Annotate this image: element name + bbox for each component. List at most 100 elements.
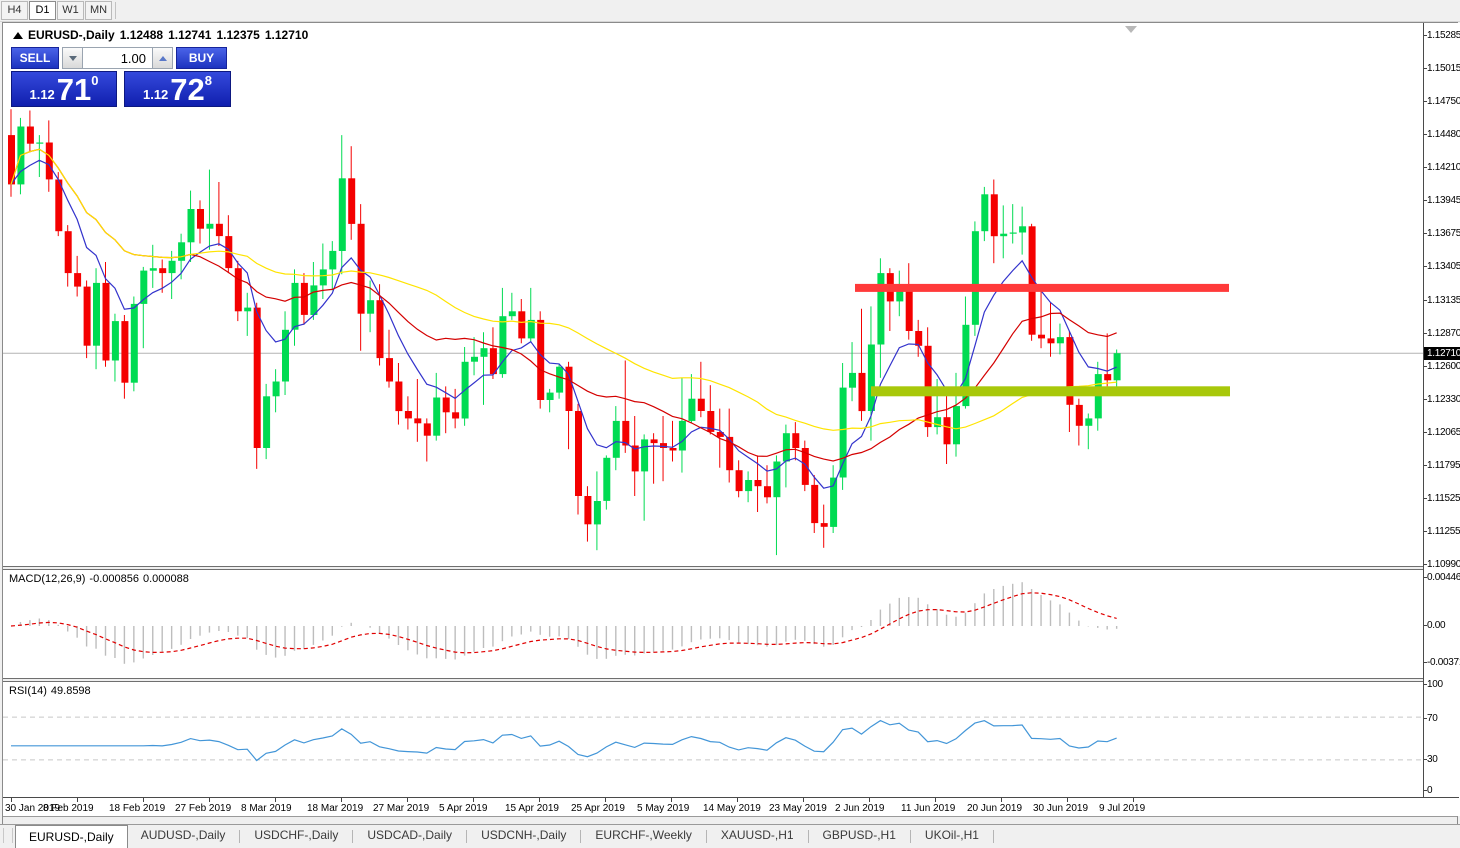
chart-tabbar: EURUSD-,DailyAUDUSD-,DailyUSDCHF-,DailyU… — [0, 824, 1460, 848]
price-tick-label: 1.13675 — [1427, 228, 1460, 239]
date-label: 18 Feb 2019 — [109, 803, 165, 814]
sell-button[interactable]: SELL — [11, 47, 59, 69]
date-tick — [473, 798, 474, 802]
main-chart-pane[interactable]: EURUSD-,Daily 1.12488 1.12741 1.12375 1.1271… — [3, 23, 1423, 566]
chart-window: EURUSD-,Daily 1.12488 1.12741 1.12375 1.1271… — [2, 22, 1458, 824]
rsi-value: 49.8598 — [51, 685, 91, 697]
date-tick — [869, 798, 870, 802]
tab-separator — [239, 830, 240, 843]
price-axis[interactable]: 1.152851.150151.147501.144801.142101.139… — [1423, 23, 1460, 816]
date-label: 25 Apr 2019 — [571, 803, 625, 814]
date-tick — [77, 798, 78, 802]
tabbar-gutter — [3, 828, 13, 843]
timeframe-button-w1[interactable]: W1 — [57, 1, 84, 20]
date-label: 15 Apr 2019 — [505, 803, 559, 814]
buy-price-prefix: 1.12 — [143, 87, 168, 102]
rsi-tick-label: 30 — [1427, 754, 1438, 765]
chart-tab-usdchf[interactable]: USDCHF-,Daily — [241, 825, 351, 846]
date-label: 9 Jul 2019 — [1099, 803, 1145, 814]
buy-price-big: 72 — [170, 75, 204, 104]
timeframe-button-mn[interactable]: MN — [85, 1, 112, 20]
date-tick — [671, 798, 672, 802]
ohlc-close: 1.12710 — [265, 28, 308, 42]
rsi-label: RSI(14)49.8598 — [9, 685, 95, 697]
volume-increase-button[interactable] — [152, 47, 173, 69]
one-click-trading-panel: SELL BUY 1.12710 1.12728 — [11, 47, 231, 107]
date-label: 18 Mar 2019 — [307, 803, 363, 814]
chart-tab-usdcad[interactable]: USDCAD-,Daily — [354, 825, 465, 846]
price-tick-label: 1.11255 — [1427, 526, 1460, 537]
date-label: 27 Feb 2019 — [175, 803, 231, 814]
date-label: 30 Jun 2019 — [1033, 803, 1088, 814]
toolbar-divider — [115, 2, 116, 19]
price-tick-label: 1.14750 — [1427, 96, 1460, 107]
date-tick — [407, 798, 408, 802]
price-tick-label: 1.11525 — [1427, 493, 1460, 504]
buy-price-box[interactable]: 1.12728 — [124, 71, 231, 107]
date-tick — [935, 798, 936, 802]
timeframe-toolbar: H4D1W1MN — [0, 0, 1460, 22]
price-tick-label: 1.10990 — [1427, 559, 1460, 570]
chart-tab-gbpusd[interactable]: GBPUSD-,H1 — [810, 825, 909, 846]
date-tick — [11, 798, 12, 802]
timeframe-button-d1[interactable]: D1 — [29, 1, 56, 20]
rsi-tick-label: 70 — [1427, 713, 1438, 724]
current-price-label: 1.12710 — [1424, 347, 1460, 360]
price-tick-label: 1.12065 — [1427, 427, 1460, 438]
macd-pane[interactable]: MACD(12,26,9) -0.000856 0.000088 — [3, 570, 1423, 678]
date-tick — [341, 798, 342, 802]
date-label: 8 Mar 2019 — [241, 803, 292, 814]
date-label: 11 Jun 2019 — [901, 803, 955, 814]
date-tick — [209, 798, 210, 802]
macd-name: MACD(12,26,9) — [9, 573, 85, 585]
date-tick — [143, 798, 144, 802]
date-tick — [605, 798, 606, 802]
buy-price-sup: 8 — [205, 73, 212, 88]
collapse-icon[interactable] — [13, 32, 23, 39]
tab-separator — [706, 830, 707, 843]
tab-separator — [580, 830, 581, 843]
date-label: 8 Feb 2019 — [43, 803, 94, 814]
ohlc-low: 1.12375 — [216, 28, 259, 42]
macd-main-value: -0.000856 — [89, 573, 139, 585]
sell-price-prefix: 1.12 — [29, 87, 54, 102]
chart-shift-marker-icon[interactable] — [1125, 26, 1137, 33]
timeframe-button-h4[interactable]: H4 — [1, 1, 28, 20]
rsi-tick-label: 100 — [1427, 679, 1443, 690]
ohlc-high: 1.12741 — [168, 28, 211, 42]
chart-header: EURUSD-,Daily 1.12488 1.12741 1.12375 1.1271… — [13, 28, 313, 42]
triangle-down-icon — [69, 56, 77, 61]
rsi-pane[interactable]: RSI(14)49.8598 — [3, 682, 1423, 797]
volume-decrease-button[interactable] — [62, 47, 83, 69]
bottom-strip — [3, 816, 1457, 824]
sell-price-box[interactable]: 1.12710 — [11, 71, 117, 107]
price-tick-label: 1.11795 — [1427, 460, 1460, 471]
date-axis[interactable]: 30 Jan 20198 Feb 201918 Feb 201927 Feb 2… — [3, 797, 1459, 816]
macd-signal-value: 0.000088 — [143, 573, 189, 585]
triangle-up-icon — [159, 56, 167, 61]
chart-tab-ukoil[interactable]: UKOil-,H1 — [912, 825, 992, 846]
date-label: 23 May 2019 — [769, 803, 827, 814]
chart-tab-audusd[interactable]: AUDUSD-,Daily — [128, 825, 239, 846]
date-tick — [803, 798, 804, 802]
chart-title: EURUSD-,Daily — [28, 28, 115, 42]
chart-tab-eurchf[interactable]: EURCHF-,Weekly — [582, 825, 704, 846]
price-tick-label: 1.13405 — [1427, 261, 1460, 272]
date-label: 5 May 2019 — [637, 803, 689, 814]
price-tick-label: 1.14480 — [1427, 129, 1460, 140]
tab-separator — [993, 830, 994, 843]
date-label: 14 May 2019 — [703, 803, 761, 814]
date-label: 27 Mar 2019 — [373, 803, 429, 814]
price-tick-label: 1.13135 — [1427, 295, 1460, 306]
date-tick — [1067, 798, 1068, 802]
date-tick — [275, 798, 276, 802]
price-tick-label: 1.12330 — [1427, 394, 1460, 405]
chart-tab-xauusd[interactable]: XAUUSD-,H1 — [708, 825, 807, 846]
volume-input[interactable] — [83, 47, 152, 69]
date-tick — [1001, 798, 1002, 802]
ohlc-open: 1.12488 — [120, 28, 163, 42]
chart-tab-usdcnh[interactable]: USDCNH-,Daily — [468, 825, 579, 846]
chart-tab-eurusd[interactable]: EURUSD-,Daily — [15, 825, 128, 848]
buy-button[interactable]: BUY — [176, 47, 227, 69]
price-tick-label: 1.15015 — [1427, 63, 1460, 74]
